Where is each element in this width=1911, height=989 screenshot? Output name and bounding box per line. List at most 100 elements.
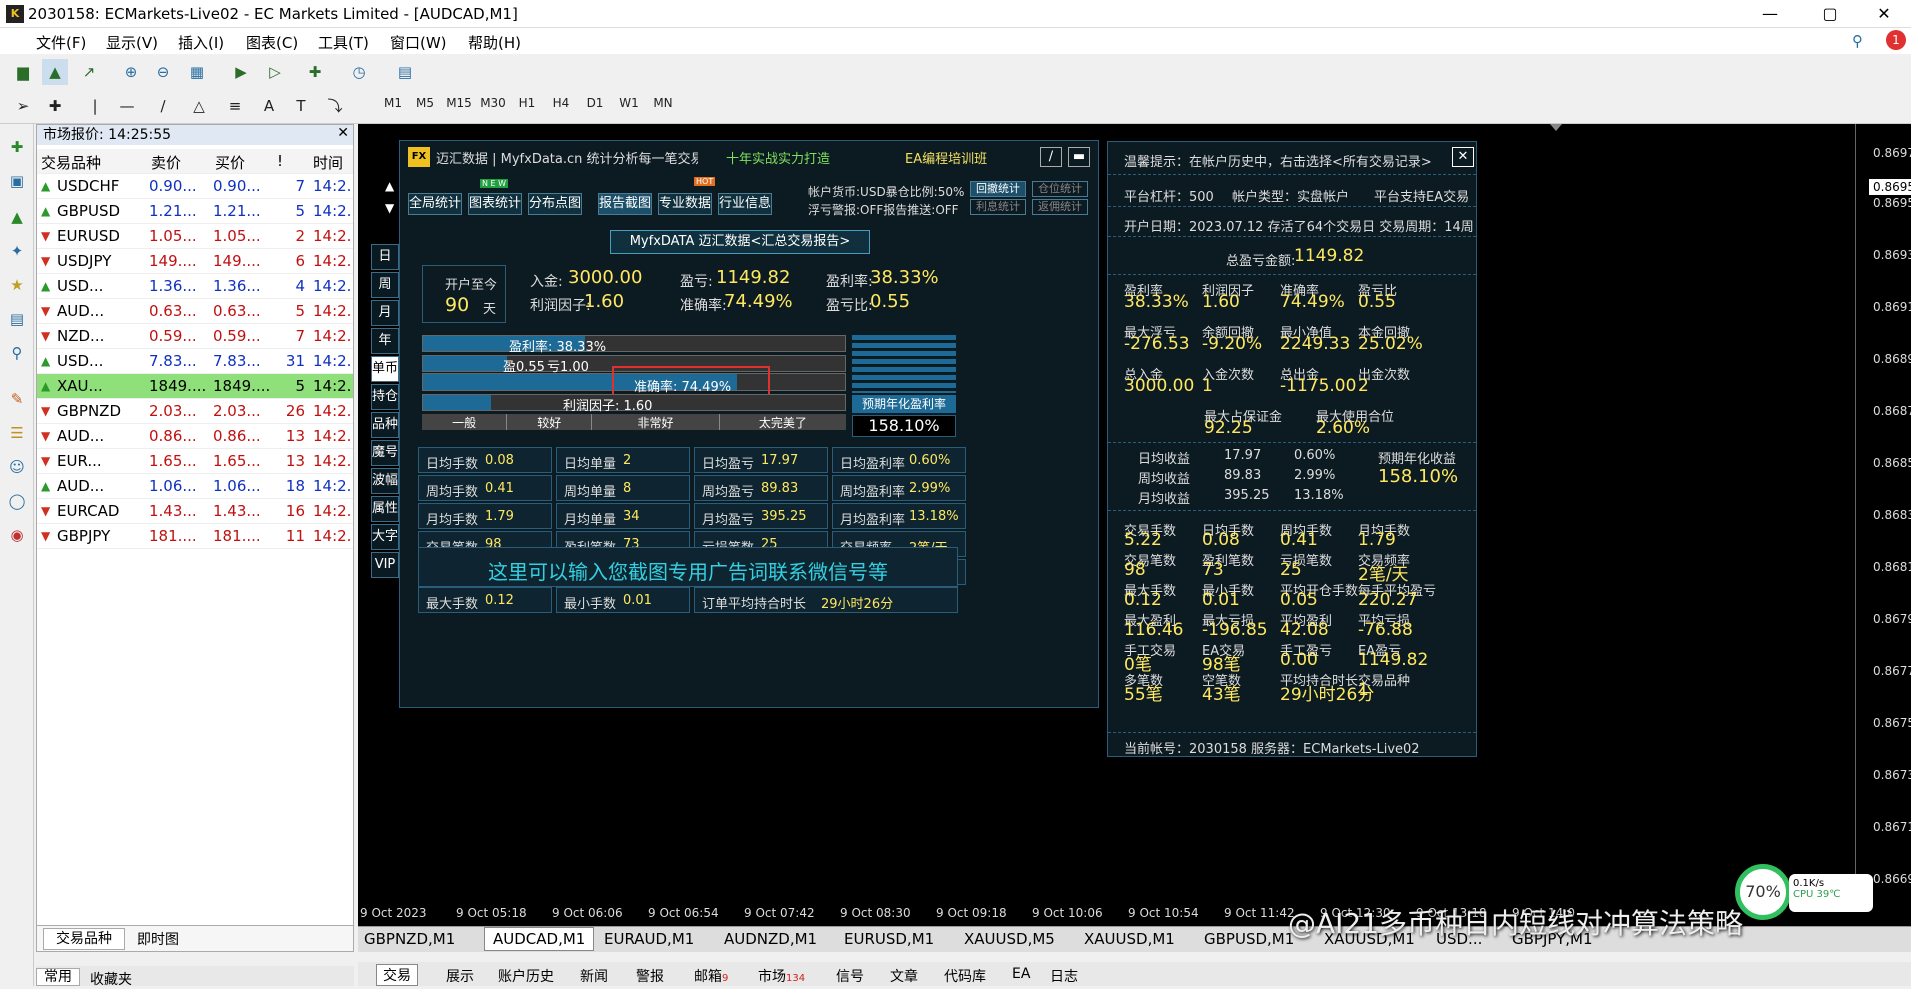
col-spread[interactable]: ! [277, 152, 283, 170]
market-icon[interactable]: ◉ [4, 522, 30, 548]
period-tab[interactable]: 属性 [371, 496, 399, 522]
candle-chart-icon[interactable]: ▲ [42, 59, 68, 85]
trend-line-icon[interactable]: ∕ [150, 93, 176, 119]
search-icon[interactable]: ⚲ [1852, 32, 1863, 50]
timeframe-m30[interactable]: M30 [478, 96, 508, 110]
tab-symbols[interactable]: 交易品种 [43, 928, 125, 950]
col-ask[interactable]: 买价 [215, 152, 245, 173]
tester-icon[interactable]: ⚲ [4, 340, 30, 366]
chart-tab[interactable]: EURUSD,M1 [844, 930, 934, 948]
terminal-tab[interactable]: 代码库 [944, 966, 986, 986]
vertical-line-icon[interactable]: | [82, 93, 108, 119]
timeframe-mn[interactable]: MN [648, 96, 678, 110]
period-tab[interactable]: 日 [371, 244, 399, 270]
col-bid[interactable]: 卖价 [151, 152, 181, 173]
market-row[interactable]: ▼ AUD... 0.86... 0.86... 13 14:2... [37, 424, 353, 449]
favorites-icon[interactable]: ★ [4, 272, 30, 298]
chart-shift-icon[interactable]: ▷ [262, 59, 288, 85]
terminal-tab[interactable]: 文章 [890, 966, 918, 986]
horizontal-line-icon[interactable]: — [114, 93, 140, 119]
period-tab[interactable]: 波幅 [371, 468, 399, 494]
menu-help[interactable]: 帮助(H) [468, 32, 521, 53]
period-tab[interactable]: VIP [371, 552, 399, 578]
chart-tab[interactable]: GBPNZD,M1 [364, 930, 455, 948]
maximize-button[interactable]: ▢ [1807, 2, 1853, 26]
chart-tab[interactable]: AUDCAD,M1 [484, 927, 595, 951]
alerts-icon[interactable]: ✎ [4, 386, 30, 412]
text-icon[interactable]: A [256, 93, 282, 119]
clock-icon[interactable]: ◷ [346, 59, 372, 85]
terminal-tab[interactable]: 账户历史 [498, 966, 554, 986]
market-row[interactable]: ▼ GBPJPY 181.... 181.... 11 14:2... [37, 524, 353, 549]
tile-windows-icon[interactable]: ▦ [184, 59, 210, 85]
market-row[interactable]: ▲ USD... 1.36... 1.36... 4 14:2... [37, 274, 353, 299]
period-tab[interactable]: 年 [371, 328, 399, 354]
indicators-icon[interactable]: ✚ [302, 59, 328, 85]
edit-icon[interactable]: ∕ [1040, 147, 1062, 167]
bar-chart-icon[interactable]: ▆ [10, 59, 36, 85]
market-row[interactable]: ▲ AUD... 1.06... 1.06... 18 14:2... [37, 474, 353, 499]
tab-common[interactable]: 常用 [36, 968, 80, 986]
minimize-button[interactable]: — [1747, 2, 1793, 26]
global-stats-button[interactable]: 全局统计 [408, 193, 462, 215]
terminal-tab[interactable]: 邮箱9 [694, 966, 728, 986]
chart-tab[interactable]: XAUUSD,M1 [1084, 930, 1175, 948]
market-row[interactable]: ▲ GBPUSD 1.21... 1.21... 5 14:2... [37, 199, 353, 224]
terminal-tab[interactable]: 交易 [376, 964, 418, 986]
vps-icon[interactable]: ◯ [4, 488, 30, 514]
terminal-tab[interactable]: 信号 [836, 966, 864, 986]
menu-view[interactable]: 显示(V) [106, 32, 158, 53]
line-chart-icon[interactable]: ↗ [76, 59, 102, 85]
rebate-stats-button[interactable]: 返佣统计 [1032, 199, 1088, 215]
market-row[interactable]: ▼ NZD... 0.59... 0.59... 7 14:2... [37, 324, 353, 349]
close-icon[interactable]: ✕ [1452, 147, 1474, 167]
menu-insert[interactable]: 插入(I) [178, 32, 224, 53]
timeframe-m5[interactable]: M5 [410, 96, 440, 110]
period-tab[interactable]: 周 [371, 272, 399, 298]
minimize-panel-icon[interactable]: ▬ [1068, 147, 1090, 167]
timeframe-m15[interactable]: M15 [444, 96, 474, 110]
users-icon[interactable]: ☺ [4, 454, 30, 480]
interest-stats-button[interactable]: 利息统计 [970, 199, 1026, 215]
period-tab[interactable]: 魔号 [371, 440, 399, 466]
fibonacci-icon[interactable]: ≡ [222, 93, 248, 119]
crosshair-icon[interactable]: ✚ [42, 93, 68, 119]
autoscroll-icon[interactable]: ▶ [228, 59, 254, 85]
terminal-tab[interactable]: 市场134 [758, 966, 805, 986]
new-order-icon[interactable]: ✚ [4, 134, 30, 160]
zoom-out-icon[interactable]: ⊖ [150, 59, 176, 85]
period-tab[interactable]: 单币 [371, 356, 399, 382]
position-stats-button[interactable]: 仓位统计 [1032, 181, 1088, 197]
menu-file[interactable]: 文件(F) [36, 32, 86, 53]
drawdown-stats-button[interactable]: 回撤统计 [970, 181, 1026, 197]
market-row[interactable]: ▼ GBPNZD 2.03... 2.03... 26 14:2... [37, 399, 353, 424]
timeframe-d1[interactable]: D1 [580, 96, 610, 110]
chart-shift-marker[interactable] [1550, 124, 1562, 131]
market-row[interactable]: ▼ EURCAD 1.43... 1.43... 16 14:2... [37, 499, 353, 524]
chart-tab[interactable]: XAUUSD,M5 [964, 930, 1055, 948]
terminal-tab[interactable]: 警报 [636, 966, 664, 986]
report-screenshot-button[interactable]: 报告截图 [598, 193, 652, 215]
industry-info-button[interactable]: 行业信息 [718, 193, 772, 215]
period-tab[interactable]: 大字 [371, 524, 399, 550]
terminal-tab[interactable]: EA [1012, 966, 1030, 982]
text-label-icon[interactable]: T [288, 93, 314, 119]
market-row[interactable]: ▲ USDCHF 0.90... 0.90... 7 14:2... [37, 174, 353, 199]
scroll-up-icon[interactable]: ▲ [385, 179, 394, 193]
market-row[interactable]: ▼ USDJPY 149.... 149.... 6 14:2... [37, 249, 353, 274]
timeframe-w1[interactable]: W1 [614, 96, 644, 110]
market-row[interactable]: ▲ XAU... 1849.... 1849.... 5 14:2... [37, 374, 353, 399]
menu-window[interactable]: 窗口(W) [390, 32, 447, 53]
market-row[interactable]: ▼ EURUSD 1.05... 1.05... 2 14:2... [37, 224, 353, 249]
data-window-icon[interactable]: ✦ [4, 238, 30, 264]
period-tab[interactable]: 品种 [371, 412, 399, 438]
distribution-button[interactable]: 分布点图 [528, 193, 582, 215]
chart-stats-button[interactable]: 图表统计 [468, 193, 522, 215]
terminal-tab[interactable]: 展示 [446, 966, 474, 986]
chart-tab[interactable]: GBPUSD,M1 [1204, 930, 1294, 948]
menu-tools[interactable]: 工具(T) [318, 32, 369, 53]
chart-tab[interactable]: EURAUD,M1 [604, 930, 694, 948]
market-watch-icon[interactable]: ▲ [4, 204, 30, 230]
pro-data-button[interactable]: 专业数据 [658, 193, 712, 215]
col-time[interactable]: 时间 [313, 152, 343, 173]
